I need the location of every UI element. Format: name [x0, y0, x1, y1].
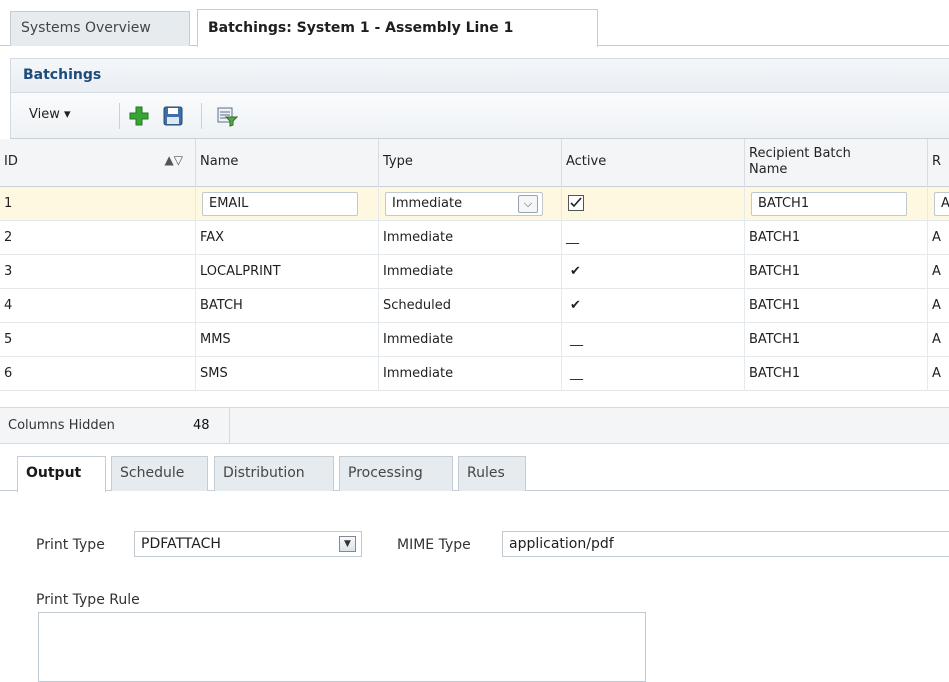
tab-distribution[interactable]: Distribution [214, 456, 334, 491]
header-recipient-line2: Name [749, 162, 788, 177]
cell-next: A [932, 366, 941, 381]
cell-name: SMS [196, 357, 379, 390]
toolbar: View ▾ [10, 93, 949, 139]
cell-name: BATCH [196, 289, 379, 322]
table-row[interactable]: 2 FAX Immediate __ BATCH1 A [0, 221, 949, 255]
cell-recipient: BATCH1 [745, 323, 928, 356]
table-row[interactable]: 4 BATCH Scheduled ✔ BATCH1 A [0, 289, 949, 323]
cell-id: 2 [0, 221, 196, 254]
cell-active: __ [562, 323, 745, 356]
cell-next: A [932, 298, 941, 313]
cell-recipient: BATCH1 [745, 357, 928, 390]
cell-next: A [932, 332, 941, 347]
header-type-label: Type [383, 154, 413, 169]
add-icon[interactable] [128, 105, 150, 127]
header-recipient-label: Recipient Batch Name [749, 146, 851, 178]
header-name-label: Name [200, 154, 239, 169]
cell-type: Immediate [379, 323, 562, 356]
next-input[interactable]: A [934, 192, 949, 216]
status-bar: Columns Hidden 48 [0, 407, 949, 444]
table-header: ID ▲▽ Name Type Active Recipient Batch N… [0, 139, 949, 187]
cell-type: Immediate ⌵ [379, 187, 562, 220]
top-tab-bar: Systems Overview Batchings: System 1 - A… [0, 0, 949, 47]
recipient-input[interactable]: BATCH1 [751, 192, 907, 216]
header-type[interactable]: Type [379, 139, 562, 187]
columns-hidden-count[interactable]: 48 [193, 418, 210, 433]
table-row[interactable]: 1 EMAIL Immediate ⌵ BATCH1 A [0, 187, 949, 221]
view-menu[interactable]: View ▾ [29, 107, 71, 122]
toolbar-divider [201, 103, 202, 129]
type-select-value: Immediate [392, 196, 463, 211]
cell-id: 4 [0, 289, 196, 322]
table-row[interactable]: 3 LOCALPRINT Immediate ✔ BATCH1 A [0, 255, 949, 289]
active-checkbox[interactable] [568, 195, 584, 211]
cell-type: Immediate [379, 221, 562, 254]
print-type-label: Print Type [36, 537, 105, 553]
cell-id: 3 [0, 255, 196, 288]
status-divider [229, 408, 230, 444]
tab-schedule[interactable]: Schedule [111, 456, 208, 491]
cell-next: A [932, 230, 941, 245]
header-active-label: Active [566, 154, 607, 169]
cell-active: ✔ [562, 289, 745, 322]
columns-hidden-label: Columns Hidden [8, 418, 115, 433]
cell-active: ✔ [562, 255, 745, 288]
chevron-down-icon[interactable]: ⌵ [518, 195, 538, 213]
cell-active: __ [562, 357, 745, 390]
cell-name: FAX [196, 221, 379, 254]
header-id[interactable]: ID ▲▽ [0, 139, 196, 187]
cell-id: 5 [0, 323, 196, 356]
cell-active: __ [562, 221, 745, 254]
cell-recipient: BATCH1 [745, 221, 928, 254]
print-type-select[interactable]: PDFATTACH ▼ [134, 531, 362, 557]
header-recipient-line1: Recipient Batch [749, 146, 851, 161]
tab-processing[interactable]: Processing [339, 456, 453, 491]
filter-icon[interactable] [216, 105, 239, 127]
cell-type: Immediate [379, 255, 562, 288]
header-id-label: ID [4, 154, 18, 169]
chevron-down-icon[interactable]: ▼ [339, 536, 356, 552]
detail-tab-bar: Output Schedule Distribution Processing … [0, 444, 949, 492]
header-next-label: R [932, 154, 942, 169]
check-icon [570, 197, 582, 208]
tab-batchings[interactable]: Batchings: System 1 - Assembly Line 1 [197, 9, 598, 47]
tab-systems-overview[interactable]: Systems Overview [10, 11, 190, 46]
header-name[interactable]: Name [196, 139, 379, 187]
mime-type-field[interactable]: application/pdf [502, 531, 949, 557]
tab-rules[interactable]: Rules [458, 456, 526, 491]
mime-type-label: MIME Type [397, 537, 471, 553]
type-select[interactable]: Immediate ⌵ [385, 192, 543, 216]
panel-title: Batchings [23, 67, 102, 83]
print-type-value: PDFATTACH [141, 536, 221, 552]
cell-type: Scheduled [379, 289, 562, 322]
cell-next: A [928, 187, 949, 220]
toolbar-divider [119, 103, 120, 129]
cell-next: A [932, 264, 941, 279]
name-input[interactable]: EMAIL [202, 192, 358, 216]
cell-name: MMS [196, 323, 379, 356]
cell-name: LOCALPRINT [196, 255, 379, 288]
cell-recipient: BATCH1 [745, 289, 928, 322]
table-row[interactable]: 6 SMS Immediate __ BATCH1 A [0, 357, 949, 391]
cell-type: Immediate [379, 357, 562, 390]
cell-id: 6 [0, 357, 196, 390]
cell-active [562, 187, 745, 220]
cell-id: 1 [0, 187, 196, 220]
header-next-column[interactable]: R [928, 139, 949, 187]
save-icon[interactable] [162, 105, 184, 127]
print-type-rule-label: Print Type Rule [36, 592, 140, 608]
cell-recipient: BATCH1 [745, 255, 928, 288]
header-active[interactable]: Active [562, 139, 745, 187]
panel-header: Batchings [10, 58, 949, 93]
print-type-rule-textarea[interactable] [38, 612, 646, 682]
tab-output[interactable]: Output [17, 456, 106, 492]
sort-icon[interactable]: ▲▽ [165, 153, 183, 167]
cell-name: EMAIL [196, 187, 379, 220]
cell-recipient: BATCH1 [745, 187, 928, 220]
header-recipient-batch-name[interactable]: Recipient Batch Name [745, 139, 928, 187]
table-row[interactable]: 5 MMS Immediate __ BATCH1 A [0, 323, 949, 357]
